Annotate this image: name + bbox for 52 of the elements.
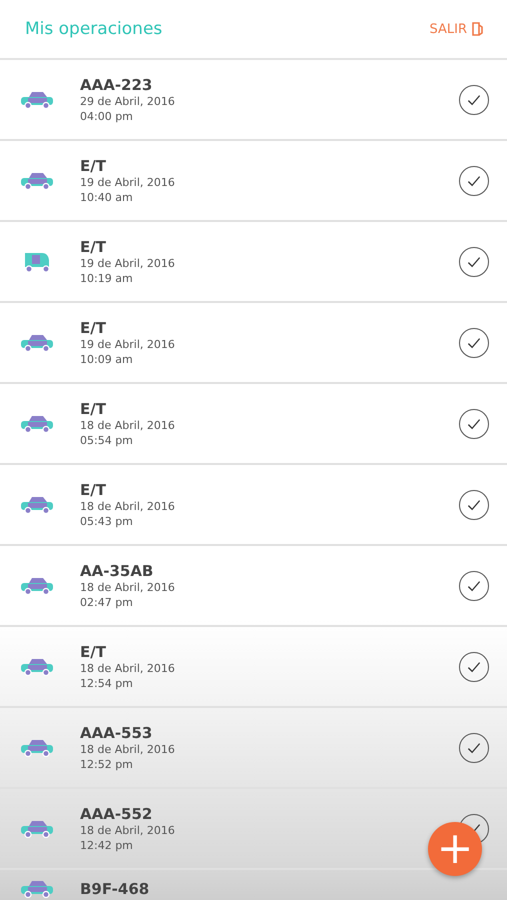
car-icon	[20, 880, 54, 898]
plate-number: E/T	[80, 156, 106, 174]
operation-date: 18 de Abril, 2016	[80, 742, 175, 756]
operation-time: 05:54 pm	[80, 432, 133, 448]
operation-row[interactable]: E/T 18 de Abril, 2016 12:54 pm	[0, 627, 507, 708]
operation-time: 04:00 pm	[80, 108, 133, 124]
plate-number: AA-35AB	[80, 562, 154, 580]
car-icon	[20, 738, 54, 756]
operation-date: 19 de Abril, 2016	[80, 174, 175, 190]
operation-date: 29 de Abril, 2016	[80, 94, 175, 108]
operation-time: 10:19 am	[80, 270, 133, 286]
car-icon	[20, 414, 54, 432]
car-icon	[20, 90, 54, 108]
car-icon	[20, 658, 54, 676]
plate-number: E/T	[80, 400, 106, 418]
operation-date: 18 de Abril, 2016	[80, 498, 175, 514]
operation-time: 12:52 pm	[80, 756, 133, 772]
operation-row[interactable]: AAA-223 29 de Abril, 2016 04:00 pm	[0, 60, 507, 141]
operation-date: 18 de Abril, 2016	[80, 580, 175, 594]
plate-number: B9F-468	[80, 880, 150, 898]
operation-time: 05:43 pm	[80, 514, 133, 528]
operation-time: 10:09 am	[80, 352, 133, 366]
operation-row[interactable]: AAA-553 18 de Abril, 2016 12:52 pm	[0, 708, 507, 789]
operation-date: 18 de Abril, 2016	[80, 660, 175, 676]
door-icon	[471, 22, 483, 36]
plate-number: E/T	[80, 238, 106, 256]
plate-number: AAA-552	[80, 804, 152, 822]
operation-time: 02:47 pm	[80, 594, 133, 610]
plate-number: AAA-553	[80, 724, 152, 742]
screen-title: Mis operaciones	[25, 19, 162, 39]
car-icon	[20, 172, 54, 190]
operation-date: 19 de Abril, 2016	[80, 256, 175, 270]
operation-row[interactable]: E/T 19 de Abril, 2016 10:09 am	[0, 303, 507, 384]
plate-number: E/T	[80, 642, 106, 660]
operation-row[interactable]: E/T 19 de Abril, 2016 10:40 am	[0, 141, 507, 222]
plate-number: AAA-223	[80, 76, 152, 94]
operation-row[interactable]: E/T 18 de Abril, 2016 05:43 pm	[0, 465, 507, 546]
car-icon	[20, 496, 54, 514]
car-icon	[20, 820, 54, 838]
operation-time: 12:42 pm	[80, 838, 133, 852]
operation-row[interactable]: AA-35AB 18 de Abril, 2016 02:47 pm	[0, 546, 507, 627]
operation-date: 18 de Abril, 2016	[80, 822, 175, 838]
operation-row[interactable]: E/T 18 de Abril, 2016 05:54 pm	[0, 384, 507, 465]
car-icon	[20, 576, 54, 594]
car-icon	[20, 334, 54, 352]
operation-time: 10:40 am	[80, 190, 133, 204]
operation-row[interactable]: E/T 19 de Abril, 2016 10:19 am	[0, 222, 507, 303]
operation-time: 12:54 pm	[80, 676, 133, 690]
plate-number: E/T	[80, 318, 106, 336]
operation-date: 18 de Abril, 2016	[80, 418, 175, 432]
plate-number: E/T	[80, 480, 106, 498]
operation-date: 19 de Abril, 2016	[80, 336, 175, 352]
